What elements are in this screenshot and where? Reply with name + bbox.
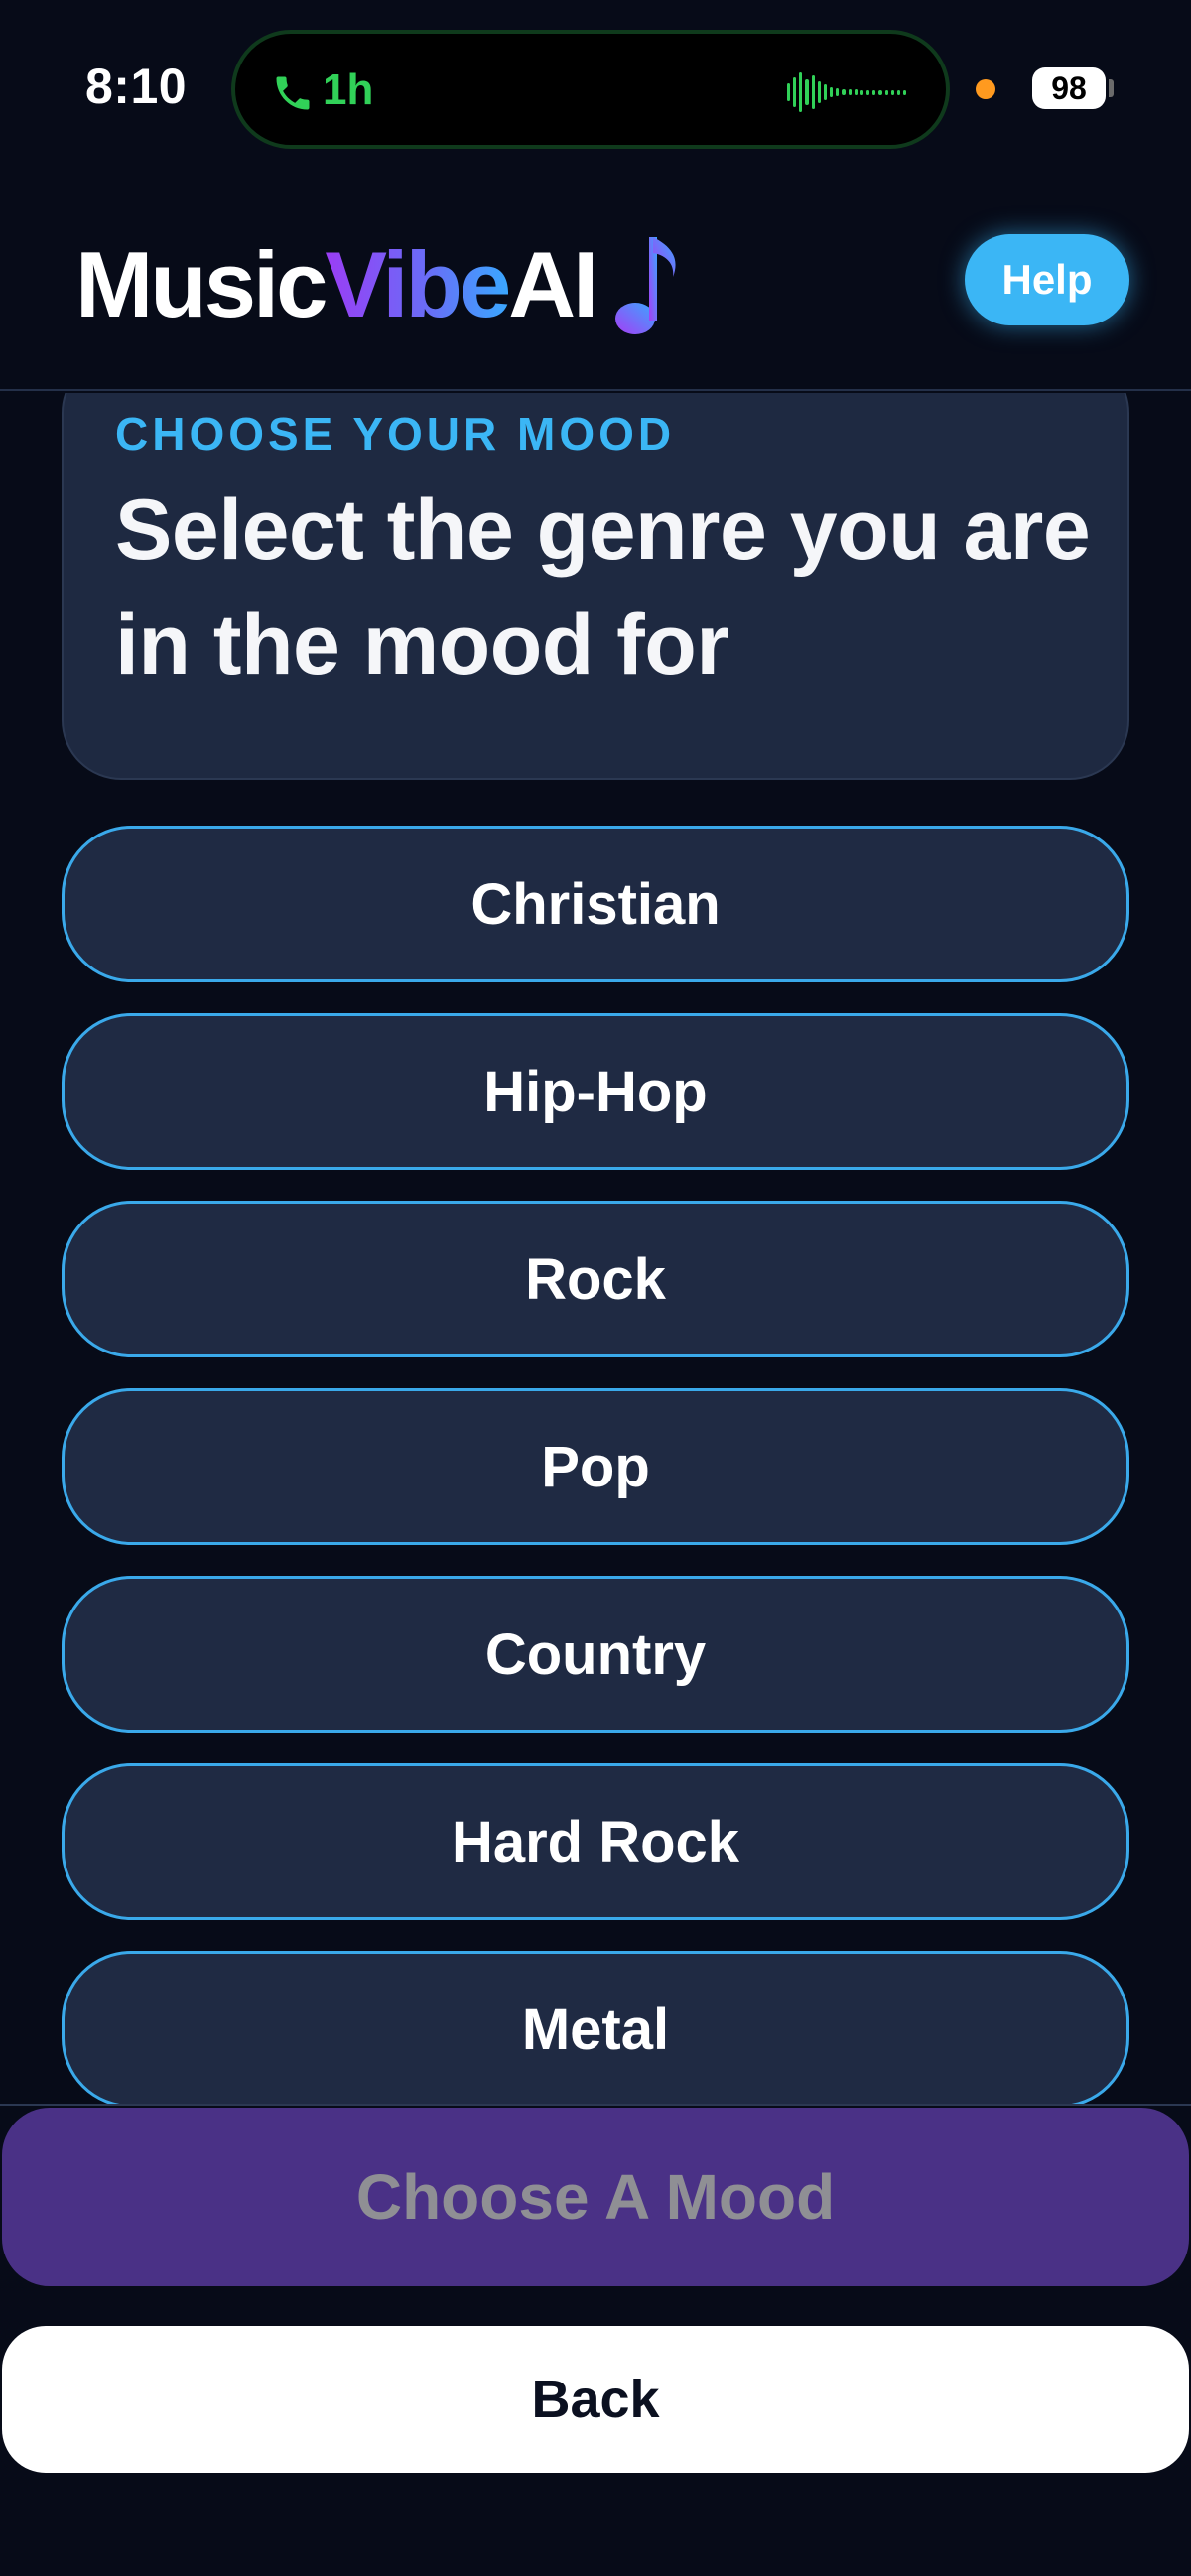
genre-button-hard-rock[interactable]: Hard Rock <box>62 1763 1129 1920</box>
footer-divider <box>0 2104 1191 2106</box>
help-button[interactable]: Help <box>965 234 1129 325</box>
genre-button-christian[interactable]: Christian <box>62 826 1129 982</box>
status-bar: 8:10 1h 98 <box>0 0 1191 179</box>
mic-indicator-icon <box>976 79 995 99</box>
logo-word-ai: AI <box>508 232 598 336</box>
genre-scroll-area[interactable]: CHOOSE YOUR MOOD Select the genre you ar… <box>0 393 1191 2104</box>
genre-button-rock[interactable]: Rock <box>62 1201 1129 1357</box>
battery-cap <box>1109 79 1114 97</box>
status-time: 8:10 <box>85 59 188 114</box>
page-title: Select the genre you are in the mood for <box>115 482 1091 693</box>
battery-indicator: 98 <box>1032 67 1106 109</box>
genre-button-country[interactable]: Country <box>62 1576 1129 1733</box>
phone-icon <box>276 76 310 110</box>
logo-word-music: Music <box>75 232 328 336</box>
section-eyebrow: CHOOSE YOUR MOOD <box>115 408 676 459</box>
genre-list: Christian Hip-Hop Rock Pop Country Hard … <box>62 826 1129 2104</box>
genre-selection-screen: 8:10 1h 98 Music Vibe AI Help CHOOSE YOU… <box>0 0 1191 2576</box>
audio-waveform-icon <box>787 69 907 115</box>
genre-button-hip-hop[interactable]: Hip-Hop <box>62 1013 1129 1170</box>
genre-button-metal[interactable]: Metal <box>62 1951 1129 2104</box>
back-button[interactable]: Back <box>2 2326 1189 2473</box>
intro-card: CHOOSE YOUR MOOD Select the genre you ar… <box>62 393 1129 780</box>
music-note-icon <box>615 237 676 334</box>
dynamic-island[interactable]: 1h <box>231 30 950 149</box>
call-duration: 1h <box>323 65 374 114</box>
choose-mood-button[interactable]: Choose A Mood <box>2 2108 1189 2286</box>
app-header: Music Vibe AI Help <box>0 179 1191 391</box>
logo-word-vibe: Vibe <box>325 232 511 336</box>
app-logo: Music Vibe AI <box>75 230 685 339</box>
genre-button-pop[interactable]: Pop <box>62 1388 1129 1545</box>
